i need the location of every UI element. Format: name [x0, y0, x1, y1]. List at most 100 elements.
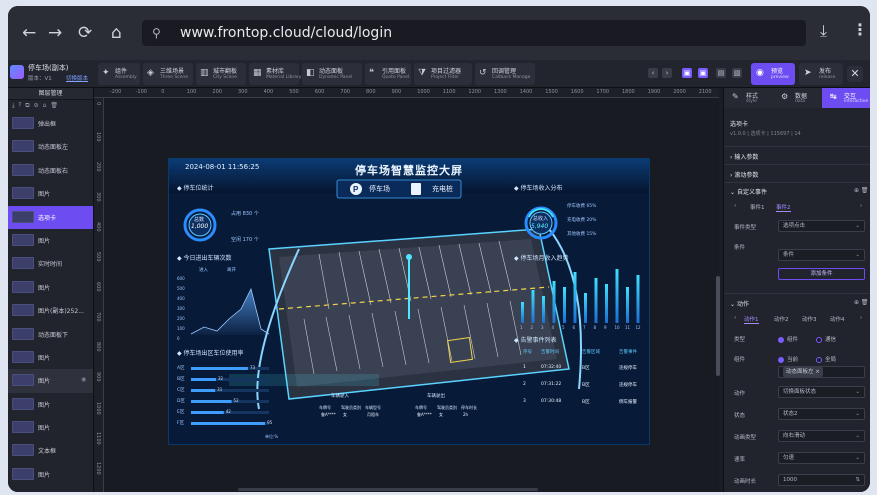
toolbar-callback-manage-button[interactable]: ↺ 回调管理 Callback Manage — [475, 63, 535, 85]
toolbar-material-library-button[interactable]: ▦ 素材库 Material Library — [249, 63, 301, 85]
reload-icon[interactable]: ⟳ — [78, 23, 92, 43]
layer-item[interactable]: 图片 — [8, 463, 93, 486]
layer-item[interactable]: 图片 — [8, 393, 93, 416]
layer-item[interactable]: 动态面板右 — [8, 159, 93, 182]
close-icon[interactable]: ✕ — [847, 66, 863, 82]
speed-select[interactable]: 匀速 ⌄ — [778, 452, 865, 464]
layer-item[interactable]: 选项卡 — [8, 205, 93, 229]
layer-item[interactable]: 动态面板下 — [8, 323, 93, 346]
image-icon[interactable]: ▧ — [732, 68, 742, 78]
property-tab-data[interactable]: ⚙ 数据 data — [773, 88, 822, 108]
home-icon[interactable]: ⌂ — [111, 23, 122, 43]
ruler-tick: 1700 — [596, 89, 610, 95]
layer-item[interactable]: 图片(副本)252... — [8, 299, 93, 322]
layer-item[interactable]: 图片 — [8, 276, 93, 299]
toolbar-quote-panel-button[interactable]: ❝ 引用面板 Quote Panel — [365, 63, 411, 85]
eye-icon[interactable]: ◉ — [81, 376, 86, 383]
rate-label: F区 — [177, 421, 185, 426]
undo-icon[interactable]: ‹ — [648, 68, 658, 78]
toolbar-city-scene-button[interactable]: ▥ 城市翻板 City Scene — [196, 63, 246, 85]
more-menu-icon[interactable]: ⋮ — [852, 20, 868, 39]
layer-item[interactable]: 图片 ◉ — [8, 369, 93, 393]
component-select[interactable]: 动态面板左 × — [778, 366, 865, 378]
layer-item[interactable]: 实时时间 — [8, 252, 93, 275]
action-tab-next-icon[interactable]: › — [860, 315, 862, 321]
state-label: 状态 — [734, 413, 746, 419]
layer-item-name: 图片 — [38, 354, 51, 362]
property-tab-interactive[interactable]: ↹ 交互 interactive — [822, 88, 870, 108]
layer-item[interactable]: 图片 — [8, 416, 93, 439]
back-icon[interactable]: ← — [22, 23, 36, 43]
toolbar-three-scene-button[interactable]: ◈ 三维场景 Three Scene — [143, 63, 193, 85]
duration-value: 1000 — [783, 477, 797, 483]
forward-icon[interactable]: → — [48, 23, 62, 43]
section-custom-events[interactable]: ⌄ 自定义事件 — [730, 187, 767, 196]
preview-button[interactable]: ◉ 预览 preview — [751, 63, 795, 85]
layer-item[interactable]: 弹出框 — [8, 112, 93, 135]
action-tab-prev-icon[interactable]: ‹ — [734, 315, 736, 321]
canvas-horizontal-scrollbar[interactable] — [238, 488, 538, 491]
layer-item[interactable]: 图片 — [8, 229, 93, 252]
condition-select[interactable]: 条件 ⌄ — [778, 249, 865, 261]
event-tab-2[interactable]: 事件2 — [776, 203, 791, 212]
action-select[interactable]: 切换面板状态 ⌄ — [778, 386, 865, 398]
event-tab-1[interactable]: 事件1 — [750, 203, 765, 211]
car-field-label: 驾驶员类别 — [341, 405, 361, 410]
address-bar[interactable]: ⚲ www.frontop.cloud/cloud/login — [142, 20, 806, 46]
tab-charging[interactable]: 充电桩 — [432, 184, 453, 194]
brush-icon: ✎ — [732, 92, 739, 101]
add-condition-button[interactable]: 添加条件 — [778, 268, 865, 280]
toolbar-project-filter-button[interactable]: ⧩ 项目过滤器 Project Filter — [414, 63, 472, 85]
radio-checked-icon — [778, 336, 784, 343]
duration-input[interactable]: 1000 ⇅ — [778, 474, 865, 486]
layer-item[interactable]: 动态面板左 — [8, 135, 93, 158]
alarm-header: 序号 — [523, 350, 532, 355]
layer-item[interactable]: 文本框 — [8, 439, 93, 462]
layout-b-icon[interactable]: ▣ — [698, 68, 708, 78]
action-tab-2[interactable]: 动作2 — [774, 315, 789, 323]
property-tab-style[interactable]: ✎ 样式 style — [724, 88, 773, 108]
component-radio-current[interactable]: 当前 — [778, 355, 798, 363]
project-name: 停车场(副本) — [28, 64, 69, 72]
event-tab-next-icon[interactable]: › — [860, 203, 862, 209]
type-radio-comm[interactable]: 通信 — [816, 335, 836, 343]
trend-month: 8 — [593, 325, 597, 330]
redo-icon[interactable]: › — [662, 68, 672, 78]
toolbar-assembly-button[interactable]: ✦ 组件 Assembly — [98, 63, 140, 85]
layer-item[interactable]: 图片 — [8, 346, 93, 369]
anim-select[interactable]: 向右滑动 ⌄ — [778, 430, 865, 442]
switch-version-link[interactable]: 切换版本 — [66, 74, 88, 82]
toolbar-dynamic-panel-button[interactable]: ◧ 动态面板 Dynamic Panel — [302, 63, 362, 85]
component-radio-global[interactable]: 全局 — [816, 355, 836, 363]
action-tab-3[interactable]: 动作3 — [802, 315, 817, 323]
section-actions[interactable]: ⌄ 动作 — [730, 299, 749, 308]
car-field-value: 月租车 — [367, 412, 379, 417]
dashboard-preview[interactable]: P 2024-08-01 11:56:25 停车场智慧监控大屏 停车场 充电桩 … — [168, 158, 650, 445]
stepper-icon[interactable]: ⇅ — [855, 475, 860, 485]
y-tick: 300 — [177, 306, 185, 311]
action-tab-4[interactable]: 动作4 — [830, 315, 845, 323]
doc-icon[interactable]: ▤ — [716, 68, 726, 78]
alarm-cell: 07:30:48 — [541, 399, 562, 404]
state-select[interactable]: 状态2 ⌄ — [778, 408, 865, 420]
action-tab-1[interactable]: 动作1 — [744, 315, 759, 324]
layer-item[interactable]: 图片 — [8, 182, 93, 205]
add-action-icon[interactable]: ⊕ 🗑 — [854, 299, 869, 306]
canvas-vertical-scrollbar[interactable] — [716, 276, 720, 376]
event-tab-prev-icon[interactable]: ‹ — [734, 203, 736, 209]
alarm-cell: 07:32:40 — [541, 365, 562, 370]
section-input-params[interactable]: › 输入参数 — [730, 152, 758, 161]
tab-parking[interactable]: 停车场 — [369, 184, 390, 194]
section-usage-rate: ◆ 停车场出区车位使用率 — [177, 350, 244, 357]
type-radio-component[interactable]: 组件 — [778, 335, 798, 343]
ruler-tick: 400 — [263, 89, 274, 95]
download-icon[interactable]: ⤓ — [820, 21, 827, 41]
section-scroll-params[interactable]: › 滚动参数 — [730, 170, 758, 179]
trend-month: 3 — [541, 325, 544, 330]
layer-item-name: 弹出框 — [38, 121, 57, 128]
add-event-icon[interactable]: ⊕ 🗑 — [854, 187, 869, 194]
layer-actions[interactable]: ⤓⤒⧉⊘⌂🗑 — [8, 100, 93, 112]
publish-button[interactable]: ➤ 发布 release — [799, 63, 843, 85]
event-type-select[interactable]: 选项点击 ⌄ — [778, 220, 865, 232]
layout-a-icon[interactable]: ▣ — [682, 68, 692, 78]
